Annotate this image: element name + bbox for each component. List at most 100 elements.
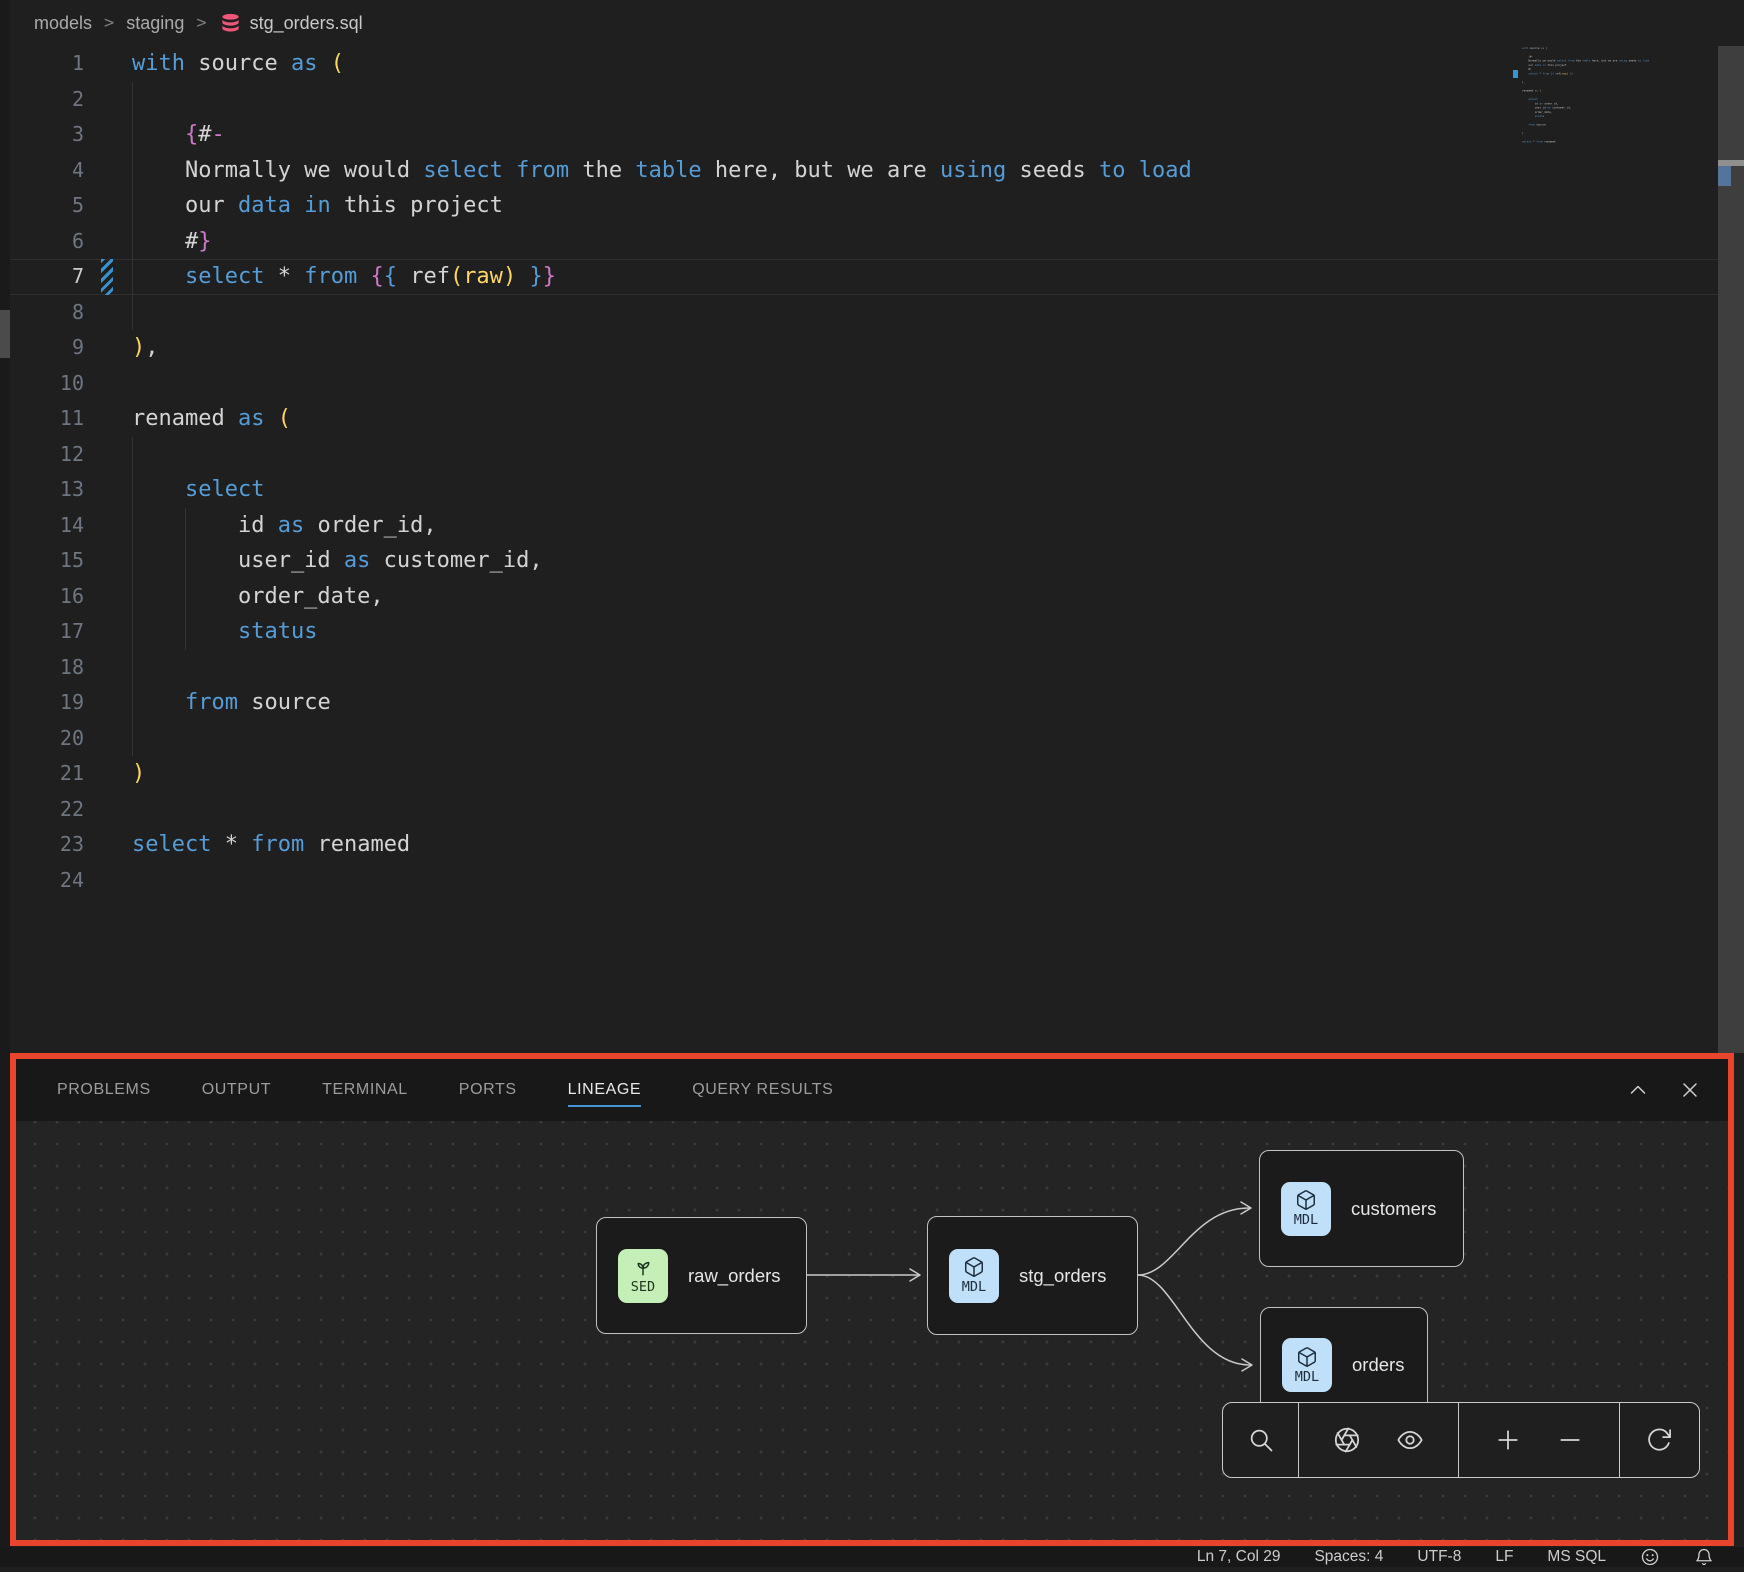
zoom-out-button[interactable]	[1556, 1426, 1584, 1454]
line-number[interactable]: 13	[10, 472, 84, 508]
token: }	[543, 264, 556, 289]
bell-icon[interactable]	[1694, 1547, 1714, 1567]
line-number[interactable]: 9	[10, 330, 84, 366]
line-number[interactable]: 7	[10, 259, 84, 295]
code-line-1[interactable]: 1with source as (	[10, 46, 1718, 82]
zoom-in-button[interactable]	[1494, 1426, 1522, 1454]
code-line-21[interactable]: 21)	[10, 756, 1718, 792]
tab-output[interactable]: OUTPUT	[202, 1073, 271, 1107]
code-line-3[interactable]: 3 {#-	[10, 117, 1718, 153]
lineage-node-customers[interactable]: MDLcustomers	[1259, 1150, 1464, 1267]
line-number[interactable]: 15	[10, 543, 84, 579]
line-number[interactable]: 24	[10, 863, 84, 899]
lineage-node-raw_orders[interactable]: SEDraw_orders	[596, 1217, 807, 1334]
indent-guide	[132, 295, 133, 331]
code-line-16[interactable]: 16 order_date,	[10, 579, 1718, 615]
code-line-17[interactable]: 17 status	[10, 614, 1718, 650]
code-line-4[interactable]: 4 Normally we would select from the tabl…	[10, 153, 1718, 189]
status-bar: Ln 7, Col 29 Spaces: 4 UTF-8 LF MS SQL	[0, 1547, 1744, 1567]
token: ,	[1524, 81, 1526, 84]
refresh-button[interactable]	[1645, 1426, 1673, 1454]
code-line-14[interactable]: 14 id as order_id,	[10, 508, 1718, 544]
line-number[interactable]: 10	[10, 366, 84, 402]
line-number[interactable]: 8	[10, 295, 84, 331]
token: from	[185, 690, 238, 715]
lineage-canvas[interactable]: SEDraw_ordersMDLstg_ordersMDLcustomersMD…	[16, 1121, 1728, 1540]
status-language-mode[interactable]: MS SQL	[1547, 1548, 1606, 1566]
close-panel-button[interactable]	[1678, 1078, 1702, 1102]
maximize-panel-button[interactable]	[1626, 1078, 1650, 1102]
indent-guide	[132, 82, 133, 118]
tab-ports[interactable]: PORTS	[459, 1073, 517, 1107]
left-scroll-handle[interactable]	[0, 310, 10, 358]
token	[132, 122, 185, 147]
code-line-23[interactable]: 23select * from renamed	[10, 827, 1718, 863]
code-line-18[interactable]: 18	[10, 650, 1718, 686]
token	[1125, 158, 1138, 183]
line-number[interactable]: 22	[10, 792, 84, 828]
indent-guide	[185, 508, 186, 544]
line-number[interactable]: 16	[10, 579, 84, 615]
minimap[interactable]: with source as ( {#- Normally we would s…	[1522, 46, 1717, 196]
indent-guide	[185, 543, 186, 579]
code-line-12[interactable]: 12	[10, 437, 1718, 473]
tab-query-results[interactable]: QUERY RESULTS	[692, 1073, 833, 1107]
status-indentation[interactable]: Spaces: 4	[1314, 1548, 1383, 1566]
code-editor[interactable]: 1with source as (23 {#-4 Normally we wou…	[10, 46, 1718, 898]
line-number[interactable]: 5	[10, 188, 84, 224]
line-number[interactable]: 6	[10, 224, 84, 260]
line-number[interactable]: 11	[10, 401, 84, 437]
tab-problems[interactable]: PROBLEMS	[57, 1073, 151, 1107]
code-line-22[interactable]: 22	[10, 792, 1718, 828]
line-number[interactable]: 23	[10, 827, 84, 863]
code-text: our data in this project	[132, 188, 1718, 224]
line-number[interactable]: 12	[10, 437, 84, 473]
feedback-icon[interactable]	[1640, 1547, 1660, 1567]
lineage-node-stg_orders[interactable]: MDLstg_orders	[927, 1216, 1138, 1335]
token: load	[1139, 158, 1192, 183]
line-number[interactable]: 2	[10, 82, 84, 118]
code-line-11[interactable]: 11renamed as (	[10, 401, 1718, 437]
code-line-24[interactable]: 24	[10, 863, 1718, 899]
line-number[interactable]: 17	[10, 614, 84, 650]
line-number[interactable]: 3	[10, 117, 84, 153]
search-button[interactable]	[1247, 1426, 1275, 1454]
code-line-6[interactable]: 6 #}	[10, 224, 1718, 260]
line-number[interactable]: 20	[10, 721, 84, 757]
token: select	[1528, 72, 1538, 75]
token: as	[238, 406, 265, 431]
code-line-7[interactable]: 7 select * from {{ ref(raw) }}	[10, 259, 1718, 295]
token: our	[132, 193, 238, 218]
code-line-15[interactable]: 15 user_id as customer_id,	[10, 543, 1718, 579]
line-number[interactable]: 21	[10, 756, 84, 792]
breadcrumb-file[interactable]: stg_orders.sql	[219, 12, 363, 35]
token: )	[132, 335, 145, 360]
code-line-19[interactable]: 19 from source	[10, 685, 1718, 721]
code-line-10[interactable]: 10	[10, 366, 1718, 402]
code-line-13[interactable]: 13 select	[10, 472, 1718, 508]
breadcrumb-item-models[interactable]: models	[34, 13, 92, 34]
aperture-button[interactable]	[1333, 1426, 1361, 1454]
code-line-8[interactable]: 8	[10, 295, 1718, 331]
code-line-5[interactable]: 5 our data in this project	[10, 188, 1718, 224]
tab-lineage[interactable]: LINEAGE	[568, 1073, 642, 1107]
line-number[interactable]: 14	[10, 508, 84, 544]
line-number[interactable]: 1	[10, 46, 84, 82]
breadcrumb-item-staging[interactable]: staging	[126, 13, 184, 34]
code-line-9[interactable]: 9),	[10, 330, 1718, 366]
line-number[interactable]: 4	[10, 153, 84, 189]
code-text	[132, 366, 1718, 402]
line-number[interactable]: 18	[10, 650, 84, 686]
line-number[interactable]: 19	[10, 685, 84, 721]
gutter-marker	[101, 721, 113, 757]
status-cursor-position[interactable]: Ln 7, Col 29	[1197, 1548, 1281, 1566]
code-text: ),	[132, 330, 1718, 366]
code-line-20[interactable]: 20	[10, 721, 1718, 757]
status-encoding[interactable]: UTF-8	[1417, 1548, 1461, 1566]
eye-button[interactable]	[1396, 1426, 1424, 1454]
overview-ruler[interactable]	[1718, 46, 1744, 1053]
status-eol[interactable]: LF	[1495, 1548, 1513, 1566]
code-line-2[interactable]: 2	[10, 82, 1718, 118]
code-text: order_date,	[132, 579, 1718, 615]
tab-terminal[interactable]: TERMINAL	[322, 1073, 408, 1107]
